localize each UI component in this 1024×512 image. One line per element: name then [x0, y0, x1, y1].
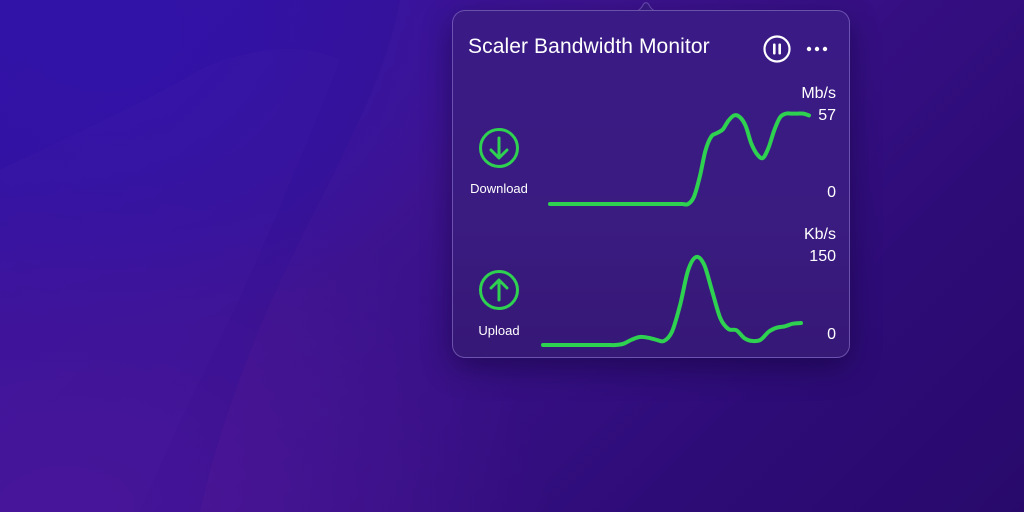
window-title: Scaler Bandwidth Monitor: [468, 35, 710, 58]
upload-min-value: 0: [827, 326, 836, 343]
upload-graph: [541, 254, 803, 348]
upload-line: [541, 254, 803, 348]
download-label: Download: [470, 181, 528, 196]
pause-circle-icon: [763, 35, 791, 63]
bandwidth-monitor-popover: Scaler Bandwidth Monitor Download Mb/s 5…: [452, 10, 850, 358]
arrow-up-circle-icon: [478, 269, 520, 311]
download-graph: [548, 111, 811, 207]
ellipsis-icon: [806, 46, 828, 52]
download-section: Download Mb/s 57 0: [453, 81, 851, 221]
download-line: [548, 111, 811, 207]
upload-section: Upload Kb/s 150 0: [453, 223, 851, 359]
upload-label: Upload: [478, 323, 520, 338]
upload-max-value: 150: [809, 248, 836, 265]
download-min-value: 0: [827, 184, 836, 201]
download-max-value: 57: [818, 107, 836, 124]
pause-button[interactable]: [763, 35, 791, 63]
more-options-button[interactable]: [805, 39, 829, 59]
arrow-down-circle-icon: [478, 127, 520, 169]
